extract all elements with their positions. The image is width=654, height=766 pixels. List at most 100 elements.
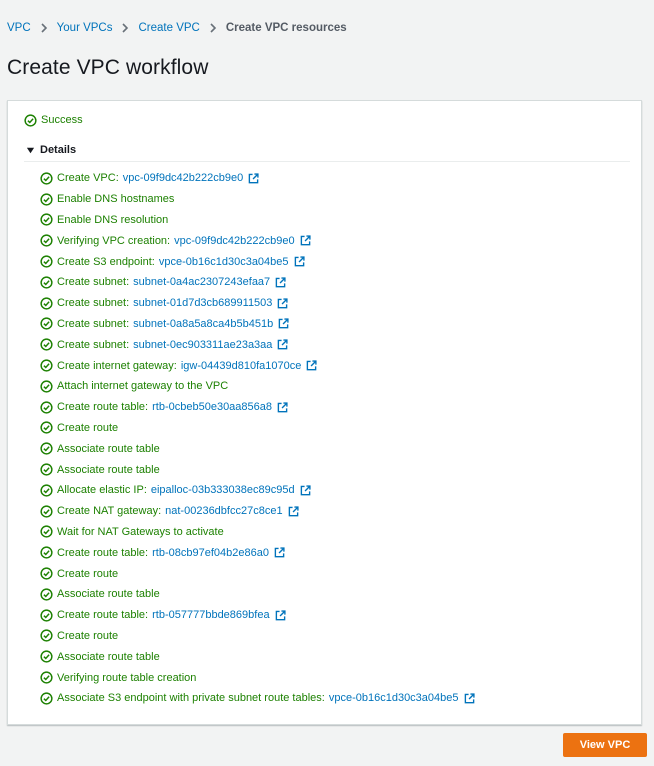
step-text: Create subnet:: [57, 297, 130, 310]
step-text: Create S3 endpoint:: [57, 255, 155, 268]
step-item: Create subnet: subnet-0ec903311ae23a3aa: [40, 334, 475, 355]
external-link-icon[interactable]: [277, 402, 288, 413]
step-text: Associate route table: [57, 442, 160, 455]
breadcrumb-vpc[interactable]: VPC: [7, 22, 31, 34]
resource-link[interactable]: rtb-057777bbde869bfea: [152, 609, 269, 621]
step-text: Associate route table: [57, 463, 160, 476]
external-link-icon[interactable]: [300, 235, 311, 246]
details-toggle[interactable]: Details: [26, 143, 76, 157]
status-success-icon: [40, 255, 53, 268]
step-item: Attach internet gateway to the VPC: [40, 376, 475, 397]
status-success-icon: [24, 113, 37, 127]
resource-link[interactable]: vpce-0b16c1d30c3a04be5: [159, 256, 289, 268]
step-text: Create route: [57, 567, 119, 580]
step-text: Create internet gateway:: [57, 359, 177, 372]
resource-link[interactable]: subnet-01d7d3cb689911503: [133, 297, 272, 309]
status-success-icon: [40, 276, 53, 289]
status-success-icon: [40, 463, 53, 476]
details-divider: [24, 161, 630, 162]
breadcrumb-current: Create VPC resources: [225, 22, 347, 34]
status-success-icon: [40, 650, 53, 663]
step-item: Create route: [40, 418, 475, 439]
step-text: Verifying VPC creation:: [57, 234, 171, 247]
caret-down-icon: [26, 146, 35, 155]
status-success-icon: [40, 421, 53, 435]
resource-link[interactable]: eipalloc-03b333038ec89c95d: [151, 484, 295, 496]
resource-link[interactable]: vpce-0b16c1d30c3a04be5: [329, 692, 459, 704]
status-success-icon: [40, 671, 53, 684]
step-text: Create subnet:: [57, 317, 130, 330]
step-text: Create route table:: [57, 609, 149, 622]
step-item: Create VPC: vpc-09f9dc42b222cb9e0: [40, 168, 475, 189]
step-text: Create route: [57, 629, 119, 642]
external-link-icon[interactable]: [306, 360, 317, 371]
breadcrumb-your-vpcs[interactable]: Your VPCs: [57, 22, 113, 34]
status-success-icon: [40, 484, 53, 497]
step-item: Create subnet: subnet-0a4ac2307243efaa7: [40, 272, 475, 293]
step-text: Create route: [57, 421, 119, 434]
step-item: Create NAT gateway: nat-00236dbfcc27c8ce1: [40, 501, 475, 522]
resource-link[interactable]: nat-00236dbfcc27c8ce1: [165, 505, 282, 517]
step-item: Create subnet: subnet-0a8a5a8ca4b5b451b: [40, 314, 475, 335]
step-item: Associate route table: [40, 438, 475, 459]
breadcrumb-create-vpc[interactable]: Create VPC: [138, 22, 199, 34]
status-success-icon: [40, 193, 53, 206]
step-item: Wait for NAT Gateways to activate: [40, 522, 475, 543]
external-link-icon[interactable]: [277, 339, 289, 350]
step-text: Allocate elastic IP:: [57, 484, 147, 497]
resource-link[interactable]: rtb-08cb97ef04b2e86a0: [152, 547, 269, 559]
step-item: Create S3 endpoint: vpce-0b16c1d30c3a04be…: [40, 251, 475, 272]
external-link-icon[interactable]: [464, 693, 475, 704]
external-link-icon[interactable]: [278, 318, 289, 329]
step-text: Wait for NAT Gateways to activate: [57, 525, 224, 538]
steps-list: Create VPC: vpc-09f9dc42b222cb9e0 Enable D…: [40, 168, 475, 709]
status-success-icon: [40, 567, 53, 580]
external-link-icon[interactable]: [277, 298, 289, 309]
status-text: Success: [41, 114, 83, 126]
step-text: Create subnet:: [57, 276, 130, 289]
step-text: Create NAT gateway:: [57, 505, 162, 518]
status-success-icon: [40, 359, 53, 372]
status-success-icon: [40, 442, 53, 455]
resource-link[interactable]: rtb-0cbeb50e30aa856a8: [152, 401, 272, 413]
step-text: Create VPC:: [57, 172, 119, 185]
step-item: Create route: [40, 626, 475, 647]
step-text: Verifying route table creation: [57, 671, 197, 684]
resource-link[interactable]: subnet-0a8a5a8ca4b5b451b: [133, 318, 273, 330]
external-link-icon[interactable]: [275, 277, 286, 288]
status-success-icon: [40, 588, 53, 601]
chevron-right-icon: [121, 20, 129, 36]
external-link-icon[interactable]: [294, 256, 305, 267]
view-vpc-button[interactable]: View VPC: [563, 733, 647, 757]
status-success-icon: [40, 525, 53, 539]
step-item: Enable DNS resolution: [40, 210, 475, 231]
resource-link[interactable]: subnet-0a4ac2307243efaa7: [133, 276, 270, 288]
status-success-icon: [40, 213, 53, 227]
status-success-icon: [40, 380, 53, 393]
status-success-icon: [40, 297, 53, 310]
resource-link[interactable]: vpc-09f9dc42b222cb9e0: [174, 235, 294, 247]
details-label: Details: [40, 144, 77, 156]
step-item: Create route table: rtb-057777bbde869bfea: [40, 605, 475, 626]
resource-link[interactable]: igw-04439d810fa1070ce: [181, 360, 302, 372]
external-link-icon[interactable]: [288, 506, 299, 517]
step-item: Create route: [40, 563, 475, 584]
step-text: Associate route table: [57, 650, 160, 663]
external-link-icon[interactable]: [248, 173, 259, 184]
external-link-icon[interactable]: [300, 485, 311, 496]
resource-link[interactable]: vpc-09f9dc42b222cb9e0: [123, 172, 243, 184]
status-success-icon: [40, 692, 53, 705]
breadcrumb: VPC Your VPCs Create VPC Create VPC reso…: [7, 20, 347, 36]
step-item: Create route table: rtb-0cbeb50e30aa856a8: [40, 397, 475, 418]
step-item: Create route table: rtb-08cb97ef04b2e86a0: [40, 542, 475, 563]
step-item: Associate route table: [40, 584, 475, 605]
step-text: Enable DNS hostnames: [57, 193, 175, 206]
step-item: Create subnet: subnet-01d7d3cb689911503: [40, 293, 475, 314]
step-text: Create subnet:: [57, 338, 130, 351]
external-link-icon[interactable]: [275, 610, 286, 621]
step-item: Associate route table: [40, 459, 475, 480]
status-success-icon: [40, 629, 53, 643]
resource-link[interactable]: subnet-0ec903311ae23a3aa: [133, 339, 272, 351]
status-success-icon: [40, 609, 53, 622]
external-link-icon[interactable]: [274, 547, 285, 558]
